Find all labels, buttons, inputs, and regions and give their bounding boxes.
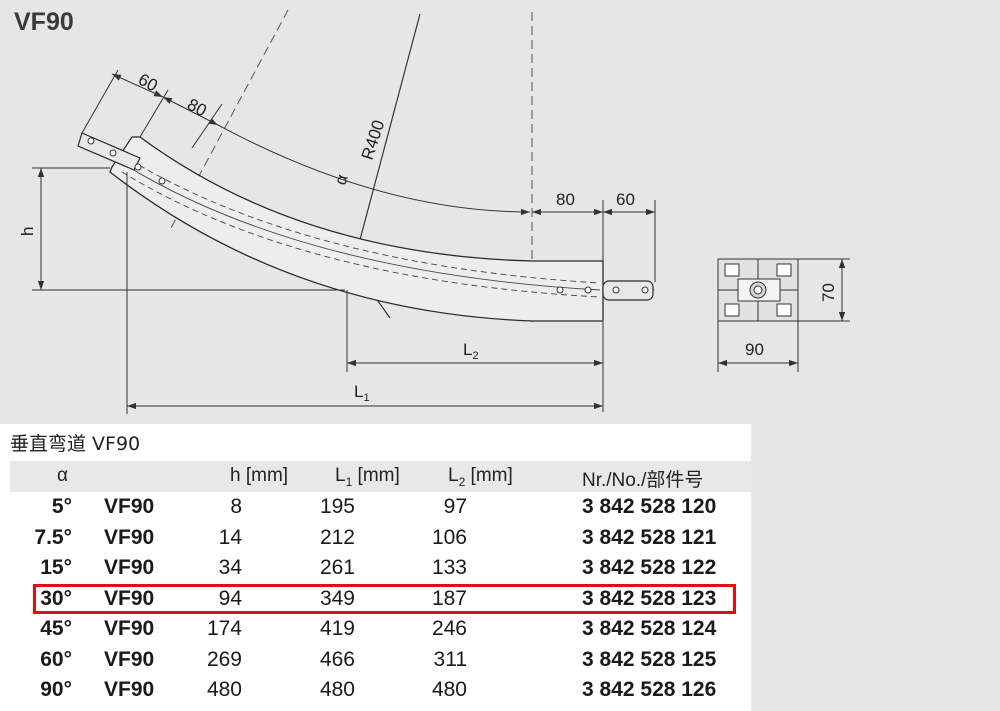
header-l1: L1 [mm] [335,465,400,489]
dim-l1-label: L1 [354,382,370,404]
header-alpha: α [57,465,68,486]
cell-l1: 195 [319,495,355,518]
cell-h: 14 [218,526,242,549]
cell-part-number: 3 842 528 122 [582,556,717,579]
cell-part-number: 3 842 528 125 [582,648,717,671]
cell-model: VF90 [104,526,155,549]
row-highlight-box [33,584,736,614]
cell-model: VF90 [104,648,155,671]
cell-h: 480 [206,678,242,701]
dim-h-label: h [18,227,37,236]
cell-l1: 466 [319,648,355,671]
dim-60-right-label: 60 [616,190,635,209]
cell-angle: 90° [40,678,72,701]
profile-width-label: 90 [745,340,764,359]
cell-angle: 60° [40,648,72,671]
dim-60-top-label: 60 [135,70,161,96]
radius-label: R400 [358,118,389,163]
table-row: 60° VF90 269 466 311 3 842 528 125 [0,646,751,676]
cell-l2: 480 [431,678,467,701]
table-row: 5° VF90 8 195 97 3 842 528 120 [0,493,751,523]
dim-l2-label: L2 [463,340,479,362]
cell-angle: 15° [40,556,72,579]
cell-part-number: 3 842 528 120 [582,495,717,518]
curved-segment [109,136,604,322]
cell-angle: 5° [51,495,72,518]
cell-model: VF90 [104,617,155,640]
cell-model: VF90 [104,678,155,701]
table-row: 45° VF90 174 419 246 3 842 528 124 [0,615,751,645]
technical-drawing: 60 80 α R400 80 60 h L2 L1 70 90 [18,9,850,414]
header-h: h [mm] [230,465,289,486]
cell-angle: 7.5° [34,526,72,549]
parts-table: 垂直弯道 VF90 α h [mm] L1 [mm] L2 [mm] Nr./N… [0,424,751,711]
cell-l2: 133 [431,556,467,579]
cell-part-number: 3 842 528 121 [582,526,717,549]
cell-angle: 45° [40,617,72,640]
header-part-number: Nr./No./部件号 [582,470,704,491]
table-row: 15° VF90 34 261 133 3 842 528 122 [0,554,751,584]
cell-model: VF90 [104,495,155,518]
cell-l1: 419 [319,617,355,640]
cell-l2: 311 [433,648,467,671]
table-row: 90° VF90 480 480 480 3 842 528 126 [0,676,751,706]
profile-height-label: 70 [819,283,838,302]
cell-l1: 212 [319,526,355,549]
table-caption: 垂直弯道 VF90 [10,433,141,455]
cell-l1: 480 [319,678,355,701]
table-row: 7.5° VF90 14 212 106 3 842 528 121 [0,524,751,554]
cell-part-number: 3 842 528 124 [582,617,717,640]
cell-h: 8 [230,495,242,518]
cell-l2: 246 [431,617,467,640]
cell-l2: 106 [431,526,467,549]
cell-h: 34 [218,556,242,579]
alpha-label: α [331,172,352,187]
cell-l2: 97 [443,495,467,518]
dim-80-right-label: 80 [556,190,575,209]
cell-l1: 261 [319,556,355,579]
table-header: α h [mm] L1 [mm] L2 [mm] Nr./No./部件号 [10,461,751,492]
cell-model: VF90 [104,556,155,579]
cell-h: 174 [206,617,242,640]
cell-h: 269 [206,648,242,671]
header-l2: L2 [mm] [448,465,513,489]
dim-80-top-label: 80 [184,95,210,121]
profile-cross-section [717,258,799,322]
cell-part-number: 3 842 528 126 [582,678,717,701]
